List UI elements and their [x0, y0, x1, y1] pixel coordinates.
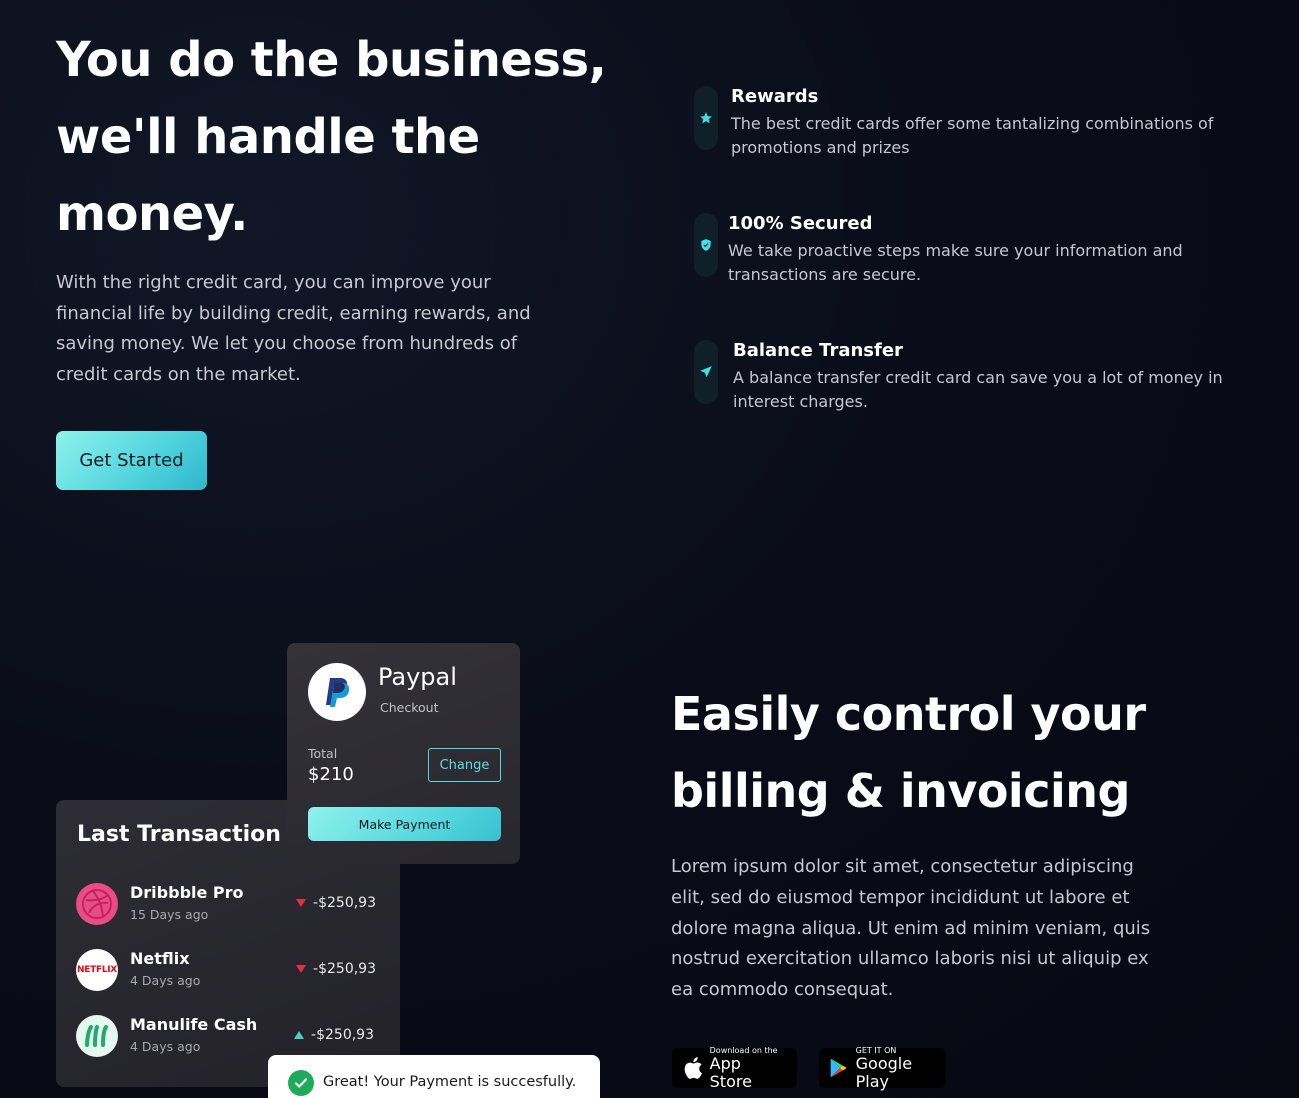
send-icon — [700, 366, 712, 378]
total-amount: $210 — [308, 764, 354, 785]
hero-description: With the right credit card, you can impr… — [56, 272, 531, 385]
manulife-logo — [76, 1015, 118, 1057]
star-icon — [700, 112, 712, 124]
check-icon — [288, 1070, 314, 1096]
feature-balance-transfer: Balance Transfer A balance transfer cred… — [694, 340, 1233, 414]
transaction-name: Netflix — [130, 949, 190, 968]
trend-down-icon — [296, 899, 307, 907]
transaction-amount: -$250,93 — [296, 895, 376, 911]
feature-description: We take proactive steps make sure your i… — [728, 241, 1183, 284]
transaction-amount: -$250,93 — [294, 1027, 374, 1043]
feature-title: Balance Transfer — [733, 340, 903, 361]
app-store-label: App Store — [709, 1053, 752, 1091]
shield-icon — [701, 239, 711, 251]
transaction-amount-value: -$250,93 — [313, 961, 376, 977]
feature-icon-rail — [694, 213, 718, 277]
transaction-amount: -$250,93 — [296, 961, 376, 977]
netflix-logo: NETFLIX — [76, 949, 118, 991]
make-payment-button[interactable]: Make Payment — [308, 807, 501, 841]
paypal-title: Paypal — [378, 663, 457, 691]
transaction-date: 15 Days ago — [130, 907, 209, 922]
paypal-logo — [308, 663, 366, 721]
transaction-date: 4 Days ago — [130, 973, 201, 988]
feature-icon-rail — [694, 86, 718, 150]
transaction-amount-value: -$250,93 — [313, 895, 376, 911]
transaction-amount-value: -$250,93 — [311, 1027, 374, 1043]
transaction-row[interactable]: NETFLIX Netflix 4 Days ago -$250,93 — [76, 949, 386, 995]
feature-title: Rewards — [731, 86, 819, 107]
transaction-card-title: Last Transaction — [77, 822, 281, 847]
total-label: Total — [308, 746, 338, 761]
google-play-button[interactable]: GET IT ON Google Play — [819, 1046, 946, 1091]
google-play-label: Google Play — [855, 1053, 913, 1091]
feature-secured: 100% Secured We take proactive steps mak… — [694, 213, 1208, 287]
paypal-checkout-card: Paypal Checkout Total $210 Change Make P… — [287, 643, 520, 864]
billing-title: Easily control your billing & invoicing — [671, 687, 1146, 818]
trend-down-icon — [296, 965, 307, 973]
google-play-icon — [830, 1058, 847, 1078]
get-started-button[interactable]: Get Started — [56, 431, 207, 490]
feature-rewards: Rewards The best credit cards offer some… — [694, 86, 1231, 160]
transaction-date: 4 Days ago — [130, 1039, 201, 1054]
transaction-name: Manulife Cash — [130, 1015, 258, 1034]
billing-description: Lorem ipsum dolor sit amet, consectetur … — [671, 856, 1151, 1001]
toast-message: Great! Your Payment is succesfully. — [323, 1074, 577, 1090]
dribbble-logo — [76, 883, 118, 925]
change-button[interactable]: Change — [428, 748, 501, 782]
feature-description: A balance transfer credit card can save … — [733, 368, 1223, 411]
apple-icon — [684, 1057, 702, 1079]
hero-title: You do the business, we'll handle the mo… — [56, 32, 607, 242]
payment-success-toast: Great! Your Payment is succesfully. — [268, 1055, 600, 1098]
feature-description: The best credit cards offer some tantali… — [731, 114, 1214, 157]
transaction-name: Dribbble Pro — [130, 883, 244, 902]
trend-up-icon — [294, 1031, 305, 1039]
app-store-button[interactable]: Download on the App Store — [672, 1046, 797, 1091]
feature-icon-rail — [694, 340, 718, 404]
paypal-subtitle: Checkout — [380, 700, 439, 715]
transaction-row[interactable]: Dribbble Pro 15 Days ago -$250,93 — [76, 883, 386, 929]
feature-title: 100% Secured — [728, 213, 873, 234]
